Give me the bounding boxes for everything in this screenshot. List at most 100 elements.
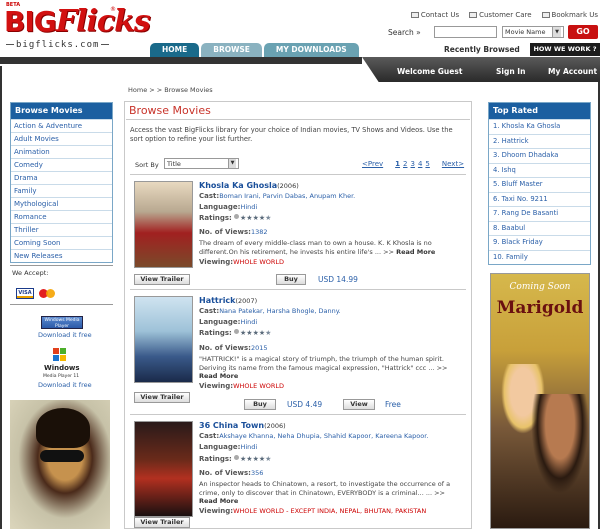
top-rated-item[interactable]: 8. Baabul [489, 220, 590, 236]
mastercard-icon [38, 288, 56, 299]
rating-stars[interactable]: ★ ★ ★ ★ ★ [234, 329, 271, 337]
view-trailer-button[interactable]: View Trailer [134, 392, 190, 403]
top-rated-item[interactable]: 5. Bluff Master [489, 177, 590, 192]
language-value: Hindi [240, 203, 258, 211]
ad-coming-soon: Coming Soon [509, 282, 571, 292]
ratings-label: Ratings: [199, 214, 232, 222]
customer-care-link[interactable]: Customer Care [469, 11, 532, 19]
viewing-label: Viewing: [199, 382, 234, 390]
windows-logo-icon[interactable] [53, 348, 67, 362]
page-title: Browse Movies [129, 104, 211, 117]
tab-browse[interactable]: BROWSE [201, 43, 262, 57]
rating-reset-icon [234, 329, 239, 334]
page-link-4[interactable]: 4 [418, 160, 422, 168]
read-more-link[interactable]: Read More [396, 248, 435, 256]
movie-poster[interactable] [134, 296, 193, 383]
search-input[interactable] [434, 26, 497, 38]
page-link-2[interactable]: 2 [403, 160, 407, 168]
bookmark-us-link[interactable]: Bookmark Us [541, 11, 598, 19]
tab-home[interactable]: HOME [150, 43, 200, 57]
left-promo-banner[interactable] [10, 400, 110, 529]
breadcrumb[interactable]: Home > > Browse Movies [128, 86, 213, 94]
top-rated-item[interactable]: 3. Dhoom Dhadaka [489, 148, 590, 163]
star-icon: ★ [265, 455, 272, 463]
nav-item-animation[interactable]: Animation [11, 145, 112, 158]
top-rated-item[interactable]: 4. Ishq [489, 162, 590, 178]
my-account-link[interactable]: My Account [548, 67, 597, 76]
language-label: Language: [199, 203, 241, 211]
go-button[interactable]: GO [568, 25, 598, 39]
marigold-promo-banner[interactable]: Coming Soon Marigold [490, 273, 590, 529]
movie-poster[interactable] [134, 181, 193, 268]
logo-flicks: Flicks [55, 4, 151, 39]
divider [130, 174, 466, 175]
cast-links[interactable]: Akshaye Khanna, Neha Dhupia, Shahid Kapo… [219, 432, 428, 440]
download-link[interactable]: Download it free [38, 381, 92, 389]
top-rated-item[interactable]: 1. Khosla Ka Ghosla [489, 119, 590, 134]
prev-page-link[interactable]: <Prev [362, 160, 383, 168]
top-rated-item[interactable]: 7. Rang De Basanti [489, 206, 590, 221]
cast-links[interactable]: Nana Patekar, Harsha Bhogle, Danny. [219, 307, 341, 315]
free-label: Free [385, 400, 401, 409]
movie-year: (2006) [264, 422, 286, 430]
movie-poster[interactable] [134, 421, 193, 517]
buy-button[interactable]: Buy [244, 399, 276, 410]
rating-stars[interactable]: ★ ★ ★ ★ ★ [234, 455, 271, 463]
movie-title-link[interactable]: Hattrick [199, 296, 236, 305]
movie-description: An inspector heads to Chinatown, a resor… [199, 480, 451, 497]
nav-item-new-releases[interactable]: New Releases [11, 249, 112, 262]
page-link-3[interactable]: 3 [410, 160, 414, 168]
view-trailer-button[interactable]: View Trailer [134, 274, 190, 285]
recently-browsed-link[interactable]: Recently Browsed [444, 45, 520, 54]
top-rated-item[interactable]: 10. Family [489, 249, 590, 265]
nav-item-mythological[interactable]: Mythological [11, 197, 112, 210]
sign-in-link[interactable]: Sign In [496, 67, 525, 76]
top-rated-item[interactable]: 6. Taxi No. 9211 [489, 191, 590, 207]
nav-item-romance[interactable]: Romance [11, 210, 112, 223]
movie-title-link[interactable]: Khosla Ka Ghosla [199, 181, 277, 190]
top-rated-item[interactable]: 9. Black Friday [489, 235, 590, 250]
search-label: Search » [388, 28, 421, 37]
view-button[interactable]: View [343, 399, 375, 410]
top-rated-item[interactable]: 2. Hattrick [489, 133, 590, 149]
intro-text: Access the vast BigFlicks library for yo… [130, 126, 453, 143]
how-we-work-button[interactable]: HOW WE WORK ? [530, 43, 600, 56]
buy-button[interactable]: Buy [276, 274, 306, 285]
download-link[interactable]: Download it free [38, 331, 92, 339]
page-link-5[interactable]: 5 [425, 160, 429, 168]
views-label: No. of Views: [199, 469, 251, 477]
movie-title-link[interactable]: 36 China Town [199, 421, 264, 430]
movie-year: (2006) [277, 182, 299, 190]
language-label: Language: [199, 443, 241, 451]
nav-item-comedy[interactable]: Comedy [11, 158, 112, 171]
ad-title: Marigold [496, 298, 584, 318]
read-more-link[interactable]: Read More [199, 497, 238, 505]
contact-us-link[interactable]: Contact Us [410, 11, 459, 19]
divider [126, 119, 470, 120]
nav-item-thriller[interactable]: Thriller [11, 223, 112, 236]
nav-item-family[interactable]: Family [11, 184, 112, 197]
nav-item-action[interactable]: Action & Adventure [11, 119, 112, 132]
windows-label: Windows [44, 364, 80, 372]
windows-media-player-badge[interactable]: Windows Media Player [41, 316, 83, 329]
search-scope-select[interactable]: Movie Name ▼ [502, 26, 564, 38]
nav-item-coming-soon[interactable]: Coming Soon [11, 236, 112, 249]
views-count: 2015 [250, 344, 268, 352]
nav-item-drama[interactable]: Drama [11, 171, 112, 184]
cast-links[interactable]: Boman Irani, Parvin Dabas, Anupam Kher. [219, 192, 355, 200]
read-more-link[interactable]: Read More [199, 372, 238, 380]
nav-title: Browse Movies [11, 103, 112, 119]
sort-select[interactable]: Title ▼ [164, 158, 239, 169]
site-logo[interactable]: BIGFlicks [4, 4, 151, 39]
divider [10, 265, 113, 266]
cast-label: Cast: [199, 307, 220, 315]
rating-stars[interactable]: ★ ★ ★ ★ ★ [234, 214, 271, 222]
top-rated-list: Top Rated 1. Khosla Ka Ghosla 2. Hattric… [488, 102, 591, 265]
view-trailer-button[interactable]: View Trailer [134, 517, 190, 528]
tab-my-downloads[interactable]: MY DOWNLOADS [263, 43, 359, 57]
nav-item-adult[interactable]: Adult Movies [11, 132, 112, 145]
main-tabs: HOME BROWSE MY DOWNLOADS [150, 43, 359, 57]
next-page-link[interactable]: Next> [442, 160, 464, 168]
page-link-1[interactable]: 1 [395, 160, 400, 168]
movie-year: (2007) [235, 297, 258, 305]
